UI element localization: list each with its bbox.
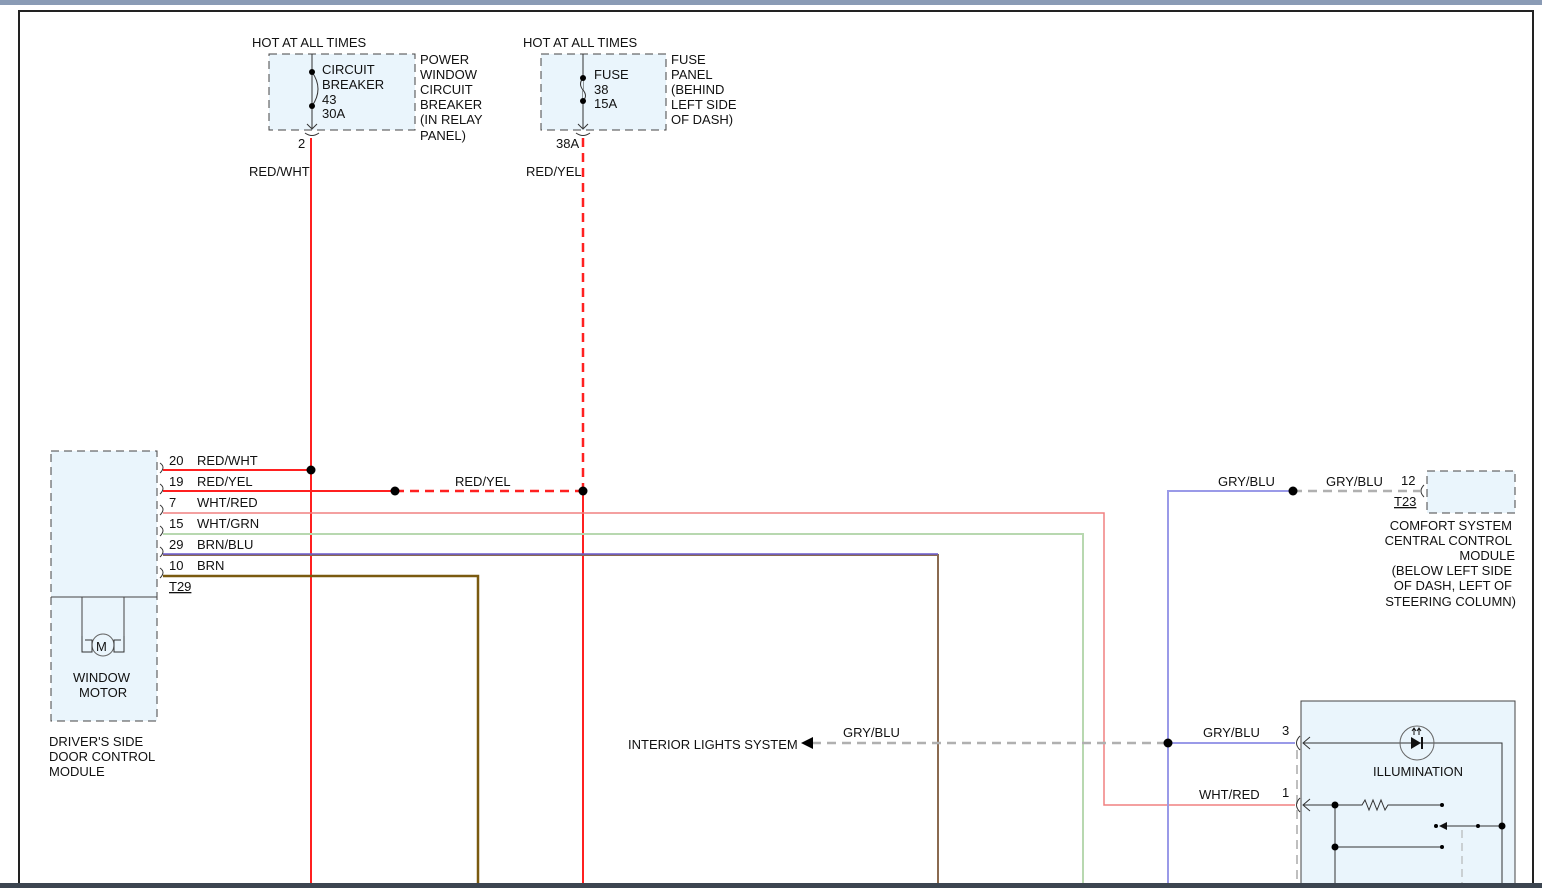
pin-label: 7	[169, 495, 176, 510]
driver-door-control-module: M WINDOW MOTOR DRIVER'S SIDE DOOR CONTRO…	[49, 450, 259, 779]
pin-label: 38A	[556, 136, 579, 151]
connector-t29-terminals	[159, 462, 164, 579]
wire-label: WHT/GRN	[197, 516, 259, 531]
wire-label: RED/YEL	[455, 474, 511, 489]
interior-lights-label: INTERIOR LIGHTS SYSTEM	[628, 737, 798, 752]
wire-brn-blu	[163, 554, 939, 888]
wire-wht-grn	[163, 533, 1084, 888]
location-label: WINDOW	[420, 67, 478, 82]
pin-label: 15	[169, 516, 183, 531]
wire-label: RED/WHT	[249, 164, 310, 179]
location-label: FUSE	[671, 52, 706, 67]
connector-label: T23	[1394, 494, 1416, 509]
pin-label: 29	[169, 537, 183, 552]
device-label: FUSE	[594, 67, 629, 82]
circuit-breaker-box: HOT AT ALL TIMES CIRCUIT BREAKER 43 30A …	[249, 35, 483, 179]
module-label: CENTRAL CONTROL	[1385, 533, 1512, 548]
location-label: POWER	[420, 52, 469, 67]
arrow-left-icon	[801, 737, 813, 749]
module-label: DRIVER'S SIDE	[49, 734, 144, 749]
wire-wht-red	[163, 512, 1295, 806]
pin-label: 1	[1282, 785, 1289, 800]
module-label: COMFORT SYSTEM	[1390, 518, 1512, 533]
location-label: OF DASH)	[671, 112, 733, 127]
wire-brn	[163, 574, 480, 888]
wire-label: GRY/BLU	[843, 725, 900, 740]
pin-label: 20	[169, 453, 183, 468]
connector-label: T29	[169, 579, 191, 594]
wires	[163, 138, 1420, 888]
pin-label: 2	[298, 136, 305, 151]
wire-gry-blu	[1167, 490, 1293, 888]
wire-label: WHT/RED	[197, 495, 258, 510]
location-label: PANEL)	[420, 128, 466, 143]
location-label: CIRCUIT	[420, 82, 473, 97]
location-label: LEFT SIDE	[671, 97, 737, 112]
motor-label: WINDOW	[73, 670, 131, 685]
module-label: MODULE	[1459, 548, 1515, 563]
pin-label: 12	[1401, 473, 1415, 488]
wire-label: GRY/BLU	[1203, 725, 1260, 740]
motor-label: MOTOR	[79, 685, 127, 700]
module-label: (BELOW LEFT SIDE	[1392, 563, 1513, 578]
module-label: DOOR CONTROL	[49, 749, 155, 764]
location-label: (IN RELAY	[420, 112, 483, 127]
wire-label: RED/YEL	[526, 164, 582, 179]
location-label: (BEHIND	[671, 82, 724, 97]
location-label: PANEL	[671, 67, 713, 82]
location-label: BREAKER	[420, 97, 482, 112]
fuse-box: HOT AT ALL TIMES FUSE 38 15A FUSE PANEL …	[523, 35, 737, 179]
wire-label: BRN/BLU	[197, 537, 253, 552]
wire-label: GRY/BLU	[1218, 474, 1275, 489]
wiring-diagram: HOT AT ALL TIMES CIRCUIT BREAKER 43 30A …	[18, 10, 1534, 888]
module-label: OF DASH, LEFT OF	[1394, 578, 1512, 593]
module-label: STEERING COLUMN)	[1385, 594, 1516, 609]
device-label: BREAKER	[322, 77, 384, 92]
module-label: MODULE	[49, 764, 105, 779]
wire-label: RED/WHT	[197, 453, 258, 468]
illumination-module: ILLUMINATION 3 GRY/BLU 1 WHT/RED	[1199, 700, 1516, 888]
device-label: 43	[322, 92, 336, 107]
pin-label: 3	[1282, 723, 1289, 738]
hot-label: HOT AT ALL TIMES	[252, 35, 366, 50]
motor-symbol: M	[96, 639, 107, 654]
illumination-label: ILLUMINATION	[1373, 764, 1463, 779]
hot-label: HOT AT ALL TIMES	[523, 35, 637, 50]
pin-label: 19	[169, 474, 183, 489]
pin-label: 10	[169, 558, 183, 573]
device-label: 15A	[594, 96, 617, 111]
wire-label: RED/YEL	[197, 474, 253, 489]
wire-label: BRN	[197, 558, 224, 573]
wire-label: GRY/BLU	[1326, 474, 1383, 489]
device-label: 30A	[322, 106, 345, 121]
splice-dots	[306, 465, 1298, 748]
device-label: CIRCUIT	[322, 62, 375, 77]
wire-label: WHT/RED	[1199, 787, 1260, 802]
bottom-window-strip	[0, 883, 1542, 888]
connector-icon	[1420, 484, 1425, 498]
device-label: 38	[594, 82, 608, 97]
